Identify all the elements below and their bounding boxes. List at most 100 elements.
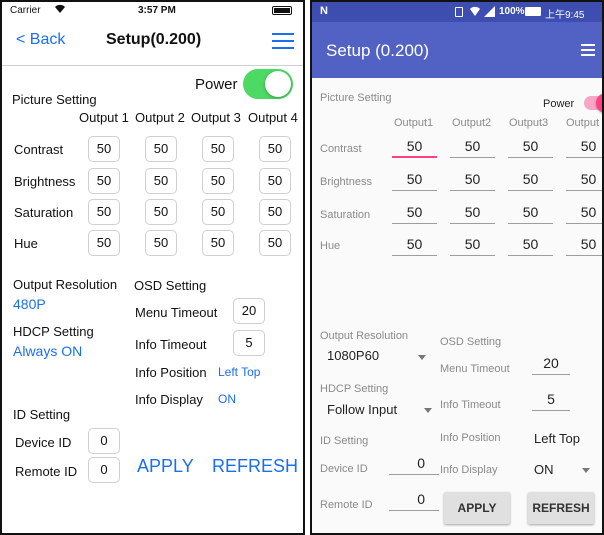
hue-output2-field[interactable]: 50 — [145, 230, 177, 256]
brightness-output4-field[interactable]: 50 — [259, 168, 291, 194]
hdcp-setting-value[interactable]: Always ON — [13, 343, 82, 359]
ios-status-bar: Carrier 3:57 PM — [2, 2, 303, 20]
power-switch[interactable] — [243, 69, 293, 99]
hue-output2-field[interactable]: 50 — [450, 234, 495, 256]
hue-output1-field[interactable]: 50 — [88, 230, 120, 256]
row-label-saturation: Saturation — [14, 205, 74, 220]
menu-timeout-label: Menu Timeout — [135, 305, 218, 320]
info-display-select[interactable]: ON — [534, 462, 554, 477]
power-switch[interactable] — [584, 93, 602, 113]
info-timeout-field[interactable]: 5 — [532, 389, 570, 411]
contrast-output4-field[interactable]: 50 — [566, 136, 602, 158]
remote-id-field[interactable]: 0 — [389, 489, 439, 511]
battery-icon — [272, 6, 292, 15]
output-resolution-value[interactable]: 480P — [13, 296, 46, 312]
info-position-value[interactable]: Left Top — [534, 431, 580, 446]
output-header: Output1 — [394, 117, 434, 129]
page-title: Setup(0.200) — [106, 31, 202, 48]
row-label-hue: Hue — [320, 240, 341, 252]
row-label-contrast: Contrast — [320, 143, 362, 155]
row-label-hue: Hue — [14, 236, 38, 251]
output-resolution-label: Output Resolution — [13, 277, 118, 292]
power-label: Power — [195, 76, 238, 93]
hdcp-setting-select[interactable]: Follow Input — [327, 402, 397, 417]
output-header: Output 2 — [135, 110, 185, 125]
brightness-output3-field[interactable]: 50 — [202, 168, 234, 194]
hue-output3-field[interactable]: 50 — [202, 230, 234, 256]
remote-id-field[interactable]: 0 — [88, 457, 120, 483]
vibrate-icon — [455, 7, 463, 17]
android-app-bar: Setup (0.200) — [312, 22, 602, 78]
contrast-output2-field[interactable]: 50 — [450, 136, 495, 158]
brightness-output3-field[interactable]: 50 — [508, 169, 553, 191]
contrast-output2-field[interactable]: 50 — [145, 136, 177, 162]
osd-setting-label: OSD Setting — [440, 336, 502, 348]
id-setting-label: ID Setting — [320, 435, 369, 447]
device-id-field[interactable]: 0 — [389, 453, 439, 475]
picture-setting-label: Picture Setting — [12, 92, 97, 107]
hue-output1-field[interactable]: 50 — [392, 234, 437, 256]
dropdown-arrow-icon[interactable] — [418, 355, 426, 360]
osd-setting-label: OSD Setting — [134, 278, 207, 293]
signal-icon — [484, 6, 495, 20]
contrast-output4-field[interactable]: 50 — [259, 136, 291, 162]
contrast-output1-field[interactable]: 50 — [88, 136, 120, 162]
row-label-saturation: Saturation — [320, 209, 371, 221]
info-timeout-label: Info Timeout — [440, 399, 501, 411]
status-time: 上午9:45 — [545, 10, 585, 21]
brightness-output1-field[interactable]: 50 — [392, 169, 437, 191]
apply-button[interactable]: APPLY — [137, 456, 194, 477]
contrast-output3-field[interactable]: 50 — [202, 136, 234, 162]
hue-output4-field[interactable]: 50 — [259, 230, 291, 256]
android-setup-screen: N 100% 上午9:45 Setup (0.200) Picture Sett… — [310, 0, 604, 535]
brightness-output1-field[interactable]: 50 — [88, 168, 120, 194]
hue-output3-field[interactable]: 50 — [508, 234, 553, 256]
brightness-output2-field[interactable]: 50 — [450, 169, 495, 191]
info-position-value[interactable]: Left Top — [218, 365, 260, 379]
output-resolution-select[interactable]: 1080P60 — [327, 348, 379, 363]
menu-timeout-label: Menu Timeout — [440, 363, 510, 375]
android-status-bar: N 100% 上午9:45 — [312, 2, 602, 22]
output-header: Output 4 — [248, 110, 298, 125]
hdcp-setting-label: HDCP Setting — [13, 324, 94, 339]
brightness-output2-field[interactable]: 50 — [145, 168, 177, 194]
refresh-button[interactable]: REFRESH — [528, 492, 594, 524]
saturation-output2-field[interactable]: 50 — [145, 199, 177, 225]
info-position-label: Info Position — [440, 432, 501, 444]
device-id-field[interactable]: 0 — [88, 428, 120, 454]
info-display-value[interactable]: ON — [218, 392, 236, 406]
back-button[interactable]: < Back — [16, 31, 65, 49]
saturation-output3-field[interactable]: 50 — [202, 199, 234, 225]
dropdown-arrow-icon[interactable] — [424, 408, 432, 413]
saturation-output3-field[interactable]: 50 — [508, 202, 553, 224]
brightness-output4-field[interactable]: 50 — [566, 169, 602, 191]
saturation-output1-field[interactable]: 50 — [392, 202, 437, 224]
menu-timeout-field[interactable]: 20 — [233, 298, 265, 324]
remote-id-label: Remote ID — [15, 464, 78, 479]
battery-icon — [525, 7, 541, 16]
id-setting-label: ID Setting — [13, 407, 71, 422]
refresh-button[interactable]: REFRESH — [212, 456, 298, 477]
saturation-output4-field[interactable]: 50 — [259, 199, 291, 225]
saturation-output4-field[interactable]: 50 — [566, 202, 602, 224]
menu-timeout-field[interactable]: 20 — [532, 353, 570, 375]
contrast-output1-field[interactable]: 50 — [392, 136, 437, 158]
menu-icon[interactable] — [272, 32, 294, 50]
row-label-brightness: Brightness — [320, 176, 372, 188]
output-header: Output2 — [452, 117, 492, 129]
output-header: Output — [566, 117, 600, 129]
saturation-output1-field[interactable]: 50 — [88, 199, 120, 225]
apply-button[interactable]: APPLY — [444, 492, 510, 524]
contrast-output3-field[interactable]: 50 — [508, 136, 553, 158]
page-title: Setup (0.200) — [326, 41, 430, 60]
chevron-left-icon: < — [16, 31, 26, 48]
dropdown-arrow-icon[interactable] — [582, 468, 590, 473]
saturation-output2-field[interactable]: 50 — [450, 202, 495, 224]
output-header: Output 3 — [191, 110, 241, 125]
hue-output4-field[interactable]: 50 — [566, 234, 602, 256]
battery-percent: 100% — [499, 6, 525, 17]
info-timeout-field[interactable]: 5 — [233, 330, 265, 356]
info-position-label: Info Position — [135, 365, 207, 380]
comparison-stage: Carrier 3:57 PM < Back Setup(0.200) Powe… — [0, 0, 604, 535]
menu-icon[interactable] — [581, 43, 595, 56]
